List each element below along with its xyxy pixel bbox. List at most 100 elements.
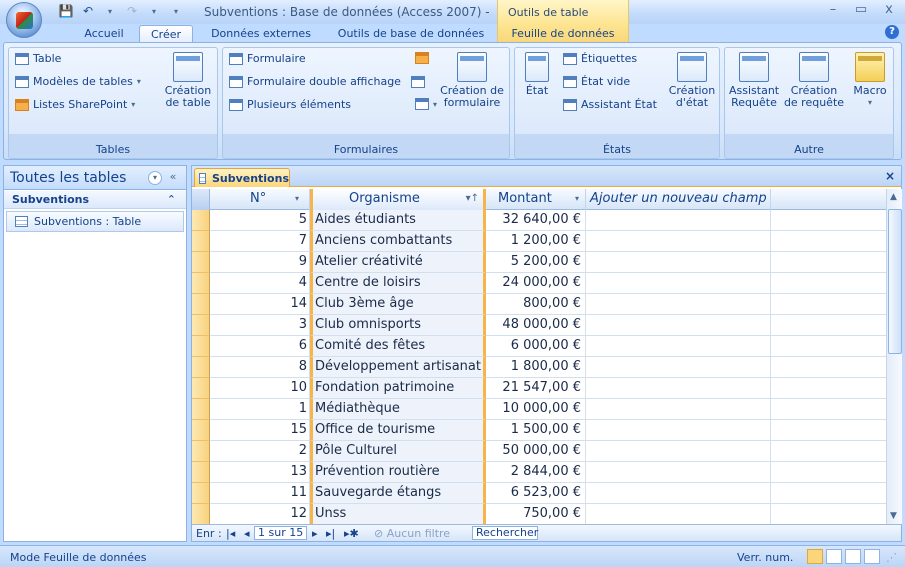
tab-donnees-externes[interactable]: Données externes	[202, 25, 320, 42]
tab-feuille-de-donnees[interactable]: Feuille de données	[501, 25, 625, 42]
doc-tab-subventions[interactable]: Subventions	[194, 168, 290, 187]
cell-montant[interactable]: 21 547,00 €	[486, 378, 586, 399]
tab-creer[interactable]: Créer	[139, 25, 193, 42]
pivot-chart-view-icon[interactable]	[845, 549, 861, 564]
cell-numero[interactable]: 12	[210, 504, 310, 524]
etiquettes-button[interactable]: Étiquettes	[563, 52, 637, 65]
creation-table-button[interactable]: Création de table	[161, 52, 215, 109]
close-button[interactable]: x	[874, 2, 904, 20]
previous-record-icon[interactable]: ◂	[244, 527, 250, 540]
cell-montant[interactable]: 48 000,00 €	[486, 315, 586, 336]
cell-new-field[interactable]	[586, 441, 771, 462]
cell-montant[interactable]: 800,00 €	[486, 294, 586, 315]
cell-organisme[interactable]: Comité des fêtes	[310, 336, 486, 357]
cell-numero[interactable]: 15	[210, 420, 310, 441]
chevron-down-icon[interactable]: ▾	[575, 189, 579, 209]
undo-icon[interactable]: ↶	[80, 3, 96, 19]
cell-new-field[interactable]	[586, 420, 771, 441]
cell-organisme[interactable]: Développement artisanat	[310, 357, 486, 378]
filter-indicator[interactable]: ⊘ Aucun filtre	[374, 527, 450, 540]
cell-organisme[interactable]: Atelier créativité	[310, 252, 486, 273]
cell-numero[interactable]: 13	[210, 462, 310, 483]
cell-montant[interactable]: 2 844,00 €	[486, 462, 586, 483]
table-button[interactable]: Table	[15, 52, 61, 65]
cell-montant[interactable]: 6 523,00 €	[486, 483, 586, 504]
nav-group-subventions[interactable]: Subventions ⌃	[4, 191, 186, 209]
creation-requete-button[interactable]: Création de requête	[783, 52, 845, 109]
cell-new-field[interactable]	[586, 399, 771, 420]
last-record-icon[interactable]: ▸|	[326, 527, 335, 540]
chevron-down-icon[interactable]: ▾	[295, 189, 299, 209]
sort-ascending-icon[interactable]: ▾↑	[466, 189, 479, 209]
formulaire-double-button[interactable]: Formulaire double affichage	[229, 75, 425, 88]
cell-organisme[interactable]: Office de tourisme	[310, 420, 486, 441]
cell-montant[interactable]: 1 200,00 €	[486, 231, 586, 252]
cell-organisme[interactable]: Sauvegarde étangs	[310, 483, 486, 504]
resize-grip-icon[interactable]: ⋰	[886, 551, 897, 564]
creation-formulaire-button[interactable]: Création de formulaire	[437, 52, 507, 109]
column-header-organisme[interactable]: Organisme ▾↑	[310, 189, 486, 210]
redo-dropdown-icon[interactable]: ▾	[146, 3, 162, 19]
cell-numero[interactable]: 3	[210, 315, 310, 336]
next-record-icon[interactable]: ▸	[312, 527, 318, 540]
minimize-button[interactable]: –	[818, 2, 848, 20]
formulaire-button[interactable]: Formulaire	[229, 52, 306, 65]
tab-outils-bdd[interactable]: Outils de base de données	[326, 25, 496, 42]
etat-button[interactable]: État	[519, 52, 555, 97]
creation-etat-button[interactable]: Création d'état	[667, 52, 717, 109]
select-all-corner[interactable]	[192, 189, 210, 210]
record-position-input[interactable]: 1 sur 15	[254, 526, 308, 540]
assistant-requete-button[interactable]: Assistant Requête	[729, 52, 779, 109]
cell-new-field[interactable]	[586, 378, 771, 399]
cell-organisme[interactable]: Pôle Culturel	[310, 441, 486, 462]
cell-new-field[interactable]	[586, 357, 771, 378]
cell-montant[interactable]: 24 000,00 €	[486, 273, 586, 294]
cell-new-field[interactable]	[586, 294, 771, 315]
cell-numero[interactable]: 8	[210, 357, 310, 378]
customize-qat-icon[interactable]: ▾	[168, 3, 184, 19]
datasheet-view-icon[interactable]	[807, 549, 823, 564]
tab-accueil[interactable]: Accueil	[72, 25, 136, 42]
cell-new-field[interactable]	[586, 315, 771, 336]
cell-organisme[interactable]: Fondation patrimoine	[310, 378, 486, 399]
cell-organisme[interactable]: Centre de loisirs	[310, 273, 486, 294]
cell-montant[interactable]: 32 640,00 €	[486, 210, 586, 231]
new-record-icon[interactable]: ▸✱	[344, 527, 359, 540]
column-header-montant[interactable]: Montant ▾	[486, 189, 586, 210]
nav-group-collapse-icon[interactable]: ⌃	[167, 193, 176, 206]
cell-montant[interactable]: 1 800,00 €	[486, 357, 586, 378]
maximize-button[interactable]: ▭	[846, 2, 876, 20]
redo-icon[interactable]: ↷	[124, 3, 140, 19]
modeles-tables-button[interactable]: Modèles de tables ▾	[15, 75, 141, 88]
cell-organisme[interactable]: Aides étudiants	[310, 210, 486, 231]
cell-montant[interactable]: 1 500,00 €	[486, 420, 586, 441]
column-header-add-field[interactable]: Ajouter un nouveau champ	[586, 189, 771, 210]
listes-sharepoint-button[interactable]: Listes SharePoint ▾	[15, 98, 135, 111]
cell-numero[interactable]: 7	[210, 231, 310, 252]
cell-numero[interactable]: 2	[210, 441, 310, 462]
cell-new-field[interactable]	[586, 504, 771, 524]
cell-numero[interactable]: 4	[210, 273, 310, 294]
assistant-etat-button[interactable]: Assistant État	[563, 98, 657, 111]
cell-numero[interactable]: 1	[210, 399, 310, 420]
cell-new-field[interactable]	[586, 336, 771, 357]
more-forms-button[interactable]: ▾	[415, 98, 437, 110]
cell-new-field[interactable]	[586, 252, 771, 273]
cell-numero[interactable]: 6	[210, 336, 310, 357]
cell-organisme[interactable]: Club 3ème âge	[310, 294, 486, 315]
cell-organisme[interactable]: Prévention routière	[310, 462, 486, 483]
undo-dropdown-icon[interactable]: ▾	[102, 3, 118, 19]
cell-new-field[interactable]	[586, 210, 771, 231]
help-button[interactable]: ?	[885, 25, 899, 39]
cell-new-field[interactable]	[586, 273, 771, 294]
first-record-icon[interactable]: |◂	[226, 527, 235, 540]
macro-button[interactable]: Macro ▾	[849, 52, 891, 109]
scroll-down-icon[interactable]: ▼	[890, 511, 897, 521]
etat-vide-button[interactable]: État vide	[563, 75, 630, 88]
pivot-table-view-icon[interactable]	[826, 549, 842, 564]
column-header-numero[interactable]: N° ▾	[210, 189, 310, 210]
cell-organisme[interactable]: Anciens combattants	[310, 231, 486, 252]
cell-montant[interactable]: 50 000,00 €	[486, 441, 586, 462]
design-view-icon[interactable]	[864, 549, 880, 564]
cell-montant[interactable]: 750,00 €	[486, 504, 586, 524]
